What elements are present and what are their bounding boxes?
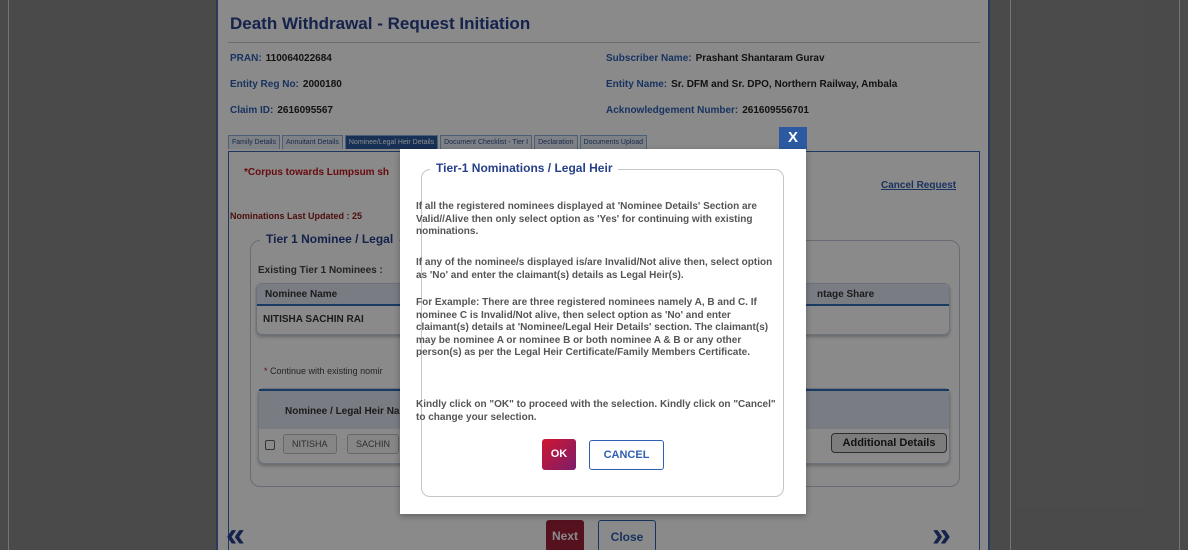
dialog-paragraph-4: Kindly click on "OK" to proceed with the… xyxy=(416,399,776,423)
ok-button[interactable]: OK xyxy=(542,439,576,470)
dialog-paragraph-1: If all the registered nominees displayed… xyxy=(416,201,757,237)
modal-close-button[interactable]: X xyxy=(779,127,807,150)
nominations-dialog: Tier-1 Nominations / Legal Heir If all t… xyxy=(400,149,806,514)
dialog-title: Tier-1 Nominations / Legal Heir xyxy=(430,161,619,175)
dialog-paragraph-2: If any of the nominee/s displayed is/are… xyxy=(416,257,773,281)
dialog-paragraph-3: For Example: There are three registered … xyxy=(416,297,769,358)
cancel-button[interactable]: CANCEL xyxy=(589,440,664,470)
